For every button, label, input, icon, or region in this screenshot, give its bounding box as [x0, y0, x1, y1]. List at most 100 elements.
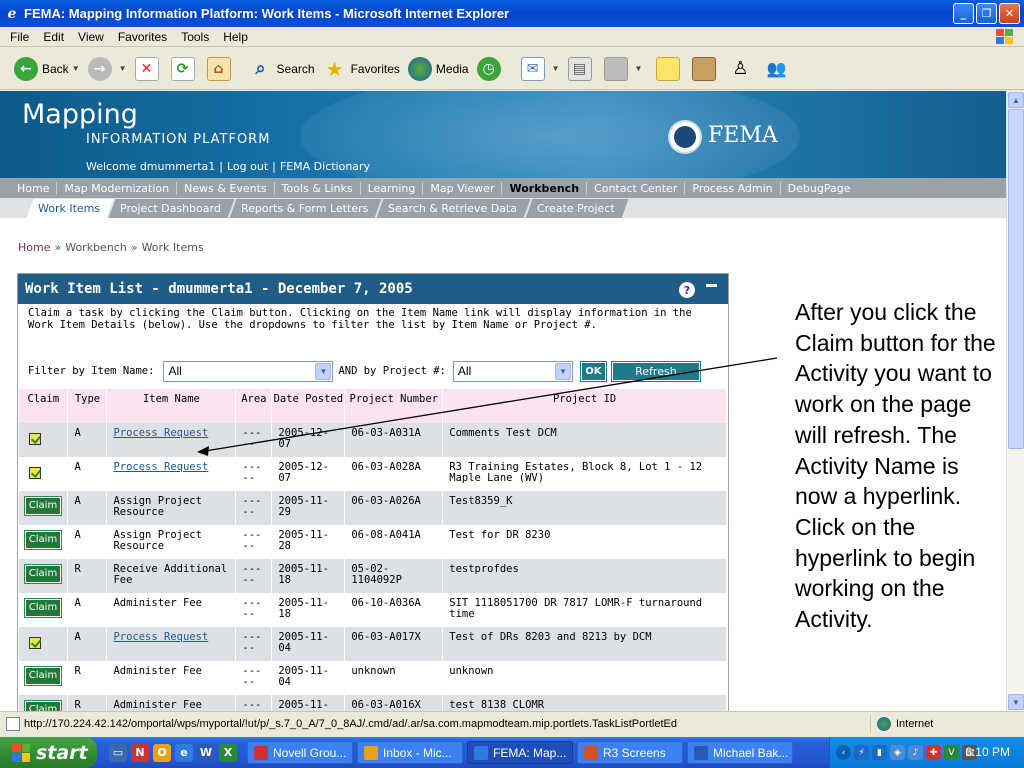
close-button[interactable]: ✕: [999, 3, 1020, 24]
tab-create-project[interactable]: Create Project: [525, 199, 629, 218]
breadcrumb-workbench[interactable]: Workbench: [65, 241, 127, 254]
home-button[interactable]: ⌂: [206, 56, 235, 81]
claim-button[interactable]: Claim: [24, 530, 62, 550]
breadcrumb-home[interactable]: Home: [18, 241, 50, 254]
task-fema[interactable]: FEMA: Map...: [467, 741, 573, 764]
menu-view[interactable]: View: [78, 30, 104, 44]
claim-button[interactable]: Claim: [24, 700, 62, 711]
minimize-button[interactable]: _: [953, 3, 974, 24]
menu-favorites[interactable]: Favorites: [118, 30, 167, 44]
maximize-button[interactable]: ❐: [976, 3, 997, 24]
tray-app-icon[interactable]: ◈: [890, 745, 905, 760]
window-title-bar[interactable]: e FEMA: Mapping Information Platform: Wo…: [0, 0, 1024, 27]
col-area[interactable]: Area: [235, 389, 273, 423]
menu-help[interactable]: Help: [223, 30, 248, 44]
claim-button[interactable]: Claim: [24, 564, 62, 584]
nav-news-events[interactable]: News & Events: [177, 181, 275, 195]
tab-search-retrieve-data[interactable]: Search & Retrieve Data: [376, 199, 531, 218]
claimed-check-icon[interactable]: [29, 433, 41, 445]
fema-logo-text: FEMA: [708, 123, 778, 148]
edit-button[interactable]: ▼: [603, 56, 642, 81]
vertical-scrollbar[interactable]: ▲ ▼: [1006, 91, 1024, 711]
nav-home[interactable]: Home: [10, 181, 58, 195]
ie-icon[interactable]: e: [175, 743, 193, 762]
desktop-icon[interactable]: ▭: [109, 743, 127, 762]
col-project-number[interactable]: Project Number: [344, 389, 444, 423]
task-r3-screens[interactable]: R3 Screens: [577, 741, 683, 764]
mip-banner: Mapping INFORMATION PLATFORM Welcome dmu…: [0, 91, 1006, 178]
nav-tools-links[interactable]: Tools & Links: [275, 181, 361, 195]
status-bar: http://170.224.42.142/omportal/wps/mypor…: [0, 711, 1024, 736]
refresh-button[interactable]: Refresh: [610, 360, 701, 382]
mail-button[interactable]: ✉ ▼: [520, 56, 560, 81]
claim-button[interactable]: Claim: [24, 496, 62, 516]
nav-process-admin[interactable]: Process Admin: [685, 181, 781, 195]
media-button[interactable]: Media: [407, 56, 469, 81]
claim-cell: [19, 627, 69, 661]
tab-work-items[interactable]: Work Items: [26, 199, 114, 218]
claimed-check-icon[interactable]: [29, 467, 41, 479]
col-date-posted[interactable]: Date Posted: [271, 389, 346, 423]
research-button[interactable]: [692, 56, 720, 81]
nav-learning[interactable]: Learning: [361, 181, 424, 195]
back-button[interactable]: ← Back ▼: [14, 56, 80, 81]
stop-button[interactable]: ✕: [134, 56, 163, 81]
task-inbox[interactable]: Inbox - Mic...: [357, 741, 463, 764]
ok-button[interactable]: OK: [579, 360, 607, 382]
scroll-up-icon[interactable]: ▲: [1008, 92, 1024, 108]
menu-file[interactable]: File: [10, 30, 29, 44]
item-name-link[interactable]: Process Request: [113, 631, 208, 643]
tab-project-dashboard[interactable]: Project Dashboard: [108, 199, 235, 218]
antivirus-icon[interactable]: ✚: [926, 745, 941, 760]
col-type[interactable]: Type: [67, 389, 108, 423]
discuss-button[interactable]: [656, 56, 684, 81]
contacts-button[interactable]: 👥: [764, 57, 792, 81]
excel-icon[interactable]: X: [219, 743, 237, 762]
nav-map-modernization[interactable]: Map Modernization: [57, 181, 178, 195]
item-name-link[interactable]: Process Request: [113, 427, 208, 439]
history-button[interactable]: ◷: [476, 56, 505, 81]
item-name-link[interactable]: Process Request: [113, 461, 208, 473]
network-icon[interactable]: ⚡: [854, 745, 869, 760]
primary-nav: Home Map Modernization News & Events Too…: [0, 178, 1006, 198]
search-icon: ⌕: [255, 58, 266, 79]
nav-map-viewer[interactable]: Map Viewer: [423, 181, 503, 195]
project-number-select[interactable]: All ▼: [452, 360, 573, 382]
start-button[interactable]: start: [0, 737, 97, 768]
col-project-id[interactable]: Project ID: [442, 389, 727, 423]
signal-icon[interactable]: ▮: [872, 745, 887, 760]
v2-icon[interactable]: V: [944, 745, 959, 760]
volume-icon[interactable]: ♪: [908, 745, 923, 760]
refresh-browser-button[interactable]: ⟳: [170, 56, 199, 81]
chevron-left-icon[interactable]: ‹: [836, 745, 851, 760]
claim-button[interactable]: Claim: [24, 598, 62, 618]
messenger-button[interactable]: ♙: [728, 57, 756, 81]
favorites-button[interactable]: ★ Favorites: [323, 57, 400, 81]
task-novell[interactable]: Novell Grou...: [247, 741, 353, 764]
nav-contact-center[interactable]: Contact Center: [587, 181, 686, 195]
minimize-portlet-icon[interactable]: [706, 284, 717, 287]
claim-button[interactable]: Claim: [24, 666, 62, 686]
print-button[interactable]: ▤: [567, 56, 596, 81]
novell-icon[interactable]: N: [131, 743, 149, 762]
forward-button[interactable]: → ▼: [87, 56, 127, 81]
col-claim[interactable]: Claim: [19, 389, 69, 423]
logout-link[interactable]: Log out: [227, 160, 268, 173]
item-name-select[interactable]: All ▼: [163, 360, 334, 382]
menu-edit[interactable]: Edit: [43, 30, 64, 44]
search-button[interactable]: ⌕ Search: [249, 57, 315, 81]
search-label: Search: [276, 61, 315, 76]
nav-workbench[interactable]: Workbench: [502, 181, 588, 195]
outlook-icon[interactable]: O: [153, 743, 171, 762]
dictionary-link[interactable]: FEMA Dictionary: [280, 160, 370, 173]
claimed-check-icon[interactable]: [29, 637, 41, 649]
word-icon[interactable]: W: [197, 743, 215, 762]
help-icon[interactable]: ?: [679, 282, 695, 298]
nav-debug-page[interactable]: DebugPage: [781, 182, 858, 195]
scroll-down-icon[interactable]: ▼: [1008, 694, 1024, 710]
task-michael[interactable]: Michael Bak...: [687, 741, 793, 764]
menu-tools[interactable]: Tools: [181, 30, 209, 44]
col-item-name[interactable]: Item Name: [106, 389, 237, 423]
tab-reports-form-letters[interactable]: Reports & Form Letters: [229, 199, 382, 218]
scroll-thumb[interactable]: [1008, 109, 1024, 449]
